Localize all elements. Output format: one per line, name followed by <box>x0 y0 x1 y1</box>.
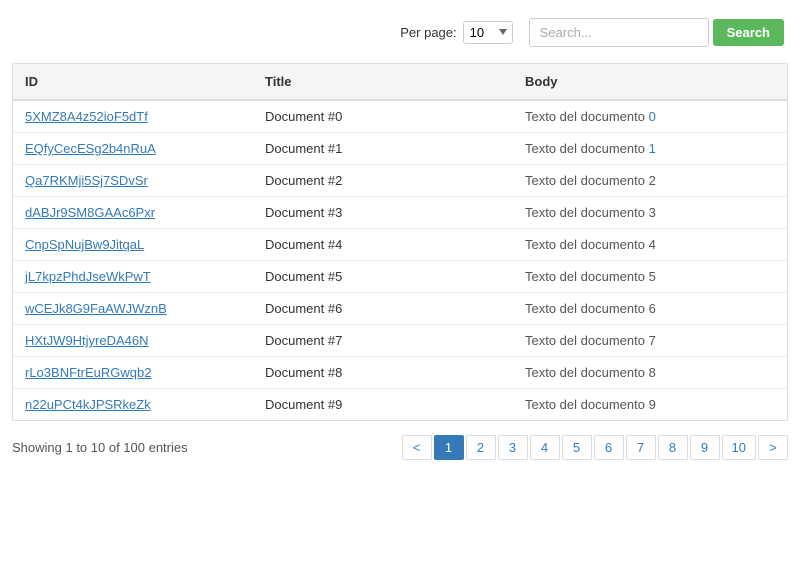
per-page-label: Per page: <box>400 25 456 40</box>
row-body: Texto del documento 0 <box>513 100 787 133</box>
row-body: Texto del documento 2 <box>513 165 787 197</box>
table-row: dABJr9SM8GAAc6Pxr Document #3Texto del do… <box>13 197 787 229</box>
row-title: Document #0 <box>253 100 513 133</box>
row-title: Document #5 <box>253 261 513 293</box>
row-body: Texto del documento 3 <box>513 197 787 229</box>
pagination-page-1[interactable]: 1 <box>434 435 464 460</box>
row-body: Texto del documento 4 <box>513 229 787 261</box>
row-id-link[interactable]: jL7kpzPhdJseWkPwT <box>25 269 151 284</box>
row-id-link[interactable]: 5XMZ8A4z52ioF5dTf <box>25 109 148 124</box>
row-title: Document #3 <box>253 197 513 229</box>
table-row: wCEJk8G9FaAWJWznB Document #6Texto del do… <box>13 293 787 325</box>
row-title: Document #8 <box>253 357 513 389</box>
row-title: Document #7 <box>253 325 513 357</box>
pagination-next[interactable]: > <box>758 435 788 460</box>
pagination-page-6[interactable]: 6 <box>594 435 624 460</box>
table-row: CnpSpNujBw9JitqaL Document #4Texto del do… <box>13 229 787 261</box>
table-header-row: ID Title Body <box>13 64 787 100</box>
search-input[interactable] <box>529 18 709 47</box>
row-title: Document #2 <box>253 165 513 197</box>
showing-text: Showing 1 to 10 of 100 entries <box>12 440 188 455</box>
column-header-title: Title <box>253 64 513 100</box>
search-button[interactable]: Search <box>713 19 784 46</box>
pagination-page-9[interactable]: 9 <box>690 435 720 460</box>
row-title: Document #6 <box>253 293 513 325</box>
row-body: Texto del documento 6 <box>513 293 787 325</box>
pagination-page-5[interactable]: 5 <box>562 435 592 460</box>
row-id-link[interactable]: dABJr9SM8GAAc6Pxr <box>25 205 155 220</box>
row-id-link[interactable]: wCEJk8G9FaAWJWznB <box>25 301 167 316</box>
table-row: 5XMZ8A4z52ioF5dTf Document #0Texto del do… <box>13 100 787 133</box>
table-row: rLo3BNFtrEuRGwqb2 Document #8Texto del do… <box>13 357 787 389</box>
pagination-page-4[interactable]: 4 <box>530 435 560 460</box>
row-id-link[interactable]: n22uPCt4kJPSRkeZk <box>25 397 151 412</box>
row-body: Texto del documento 5 <box>513 261 787 293</box>
column-header-id: ID <box>13 64 253 100</box>
row-id-link[interactable]: EQfyCecESg2b4nRuA <box>25 141 156 156</box>
row-title: Document #1 <box>253 133 513 165</box>
pagination-page-2[interactable]: 2 <box>466 435 496 460</box>
table-row: EQfyCecESg2b4nRuA Document #1Texto del do… <box>13 133 787 165</box>
row-id-link[interactable]: Qa7RKMji5Sj7SDvSr <box>25 173 148 188</box>
pagination-prev[interactable]: < <box>402 435 432 460</box>
row-id-link[interactable]: rLo3BNFtrEuRGwqb2 <box>25 365 151 380</box>
row-body: Texto del documento 9 <box>513 389 787 421</box>
pagination-page-3[interactable]: 3 <box>498 435 528 460</box>
pagination-page-7[interactable]: 7 <box>626 435 656 460</box>
row-id-link[interactable]: CnpSpNujBw9JitqaL <box>25 237 144 252</box>
pagination-page-8[interactable]: 8 <box>658 435 688 460</box>
row-title: Document #4 <box>253 229 513 261</box>
row-body: Texto del documento 1 <box>513 133 787 165</box>
table-row: Qa7RKMji5Sj7SDvSr Document #2Texto del do… <box>13 165 787 197</box>
pagination-page-10[interactable]: 10 <box>722 435 756 460</box>
per-page-select[interactable]: 10 25 50 100 <box>463 21 513 44</box>
table-row: jL7kpzPhdJseWkPwT Document #5Texto del do… <box>13 261 787 293</box>
row-body: Texto del documento 8 <box>513 357 787 389</box>
row-body: Texto del documento 7 <box>513 325 787 357</box>
table-row: n22uPCt4kJPSRkeZk Document #9Texto del do… <box>13 389 787 421</box>
pagination: < 1 2 3 4 5 6 7 8 9 10 > <box>402 435 788 460</box>
table-row: HXtJW9HtjyreDA46N Document #7Texto del do… <box>13 325 787 357</box>
row-title: Document #9 <box>253 389 513 421</box>
column-header-body: Body <box>513 64 787 100</box>
row-id-link[interactable]: HXtJW9HtjyreDA46N <box>25 333 149 348</box>
